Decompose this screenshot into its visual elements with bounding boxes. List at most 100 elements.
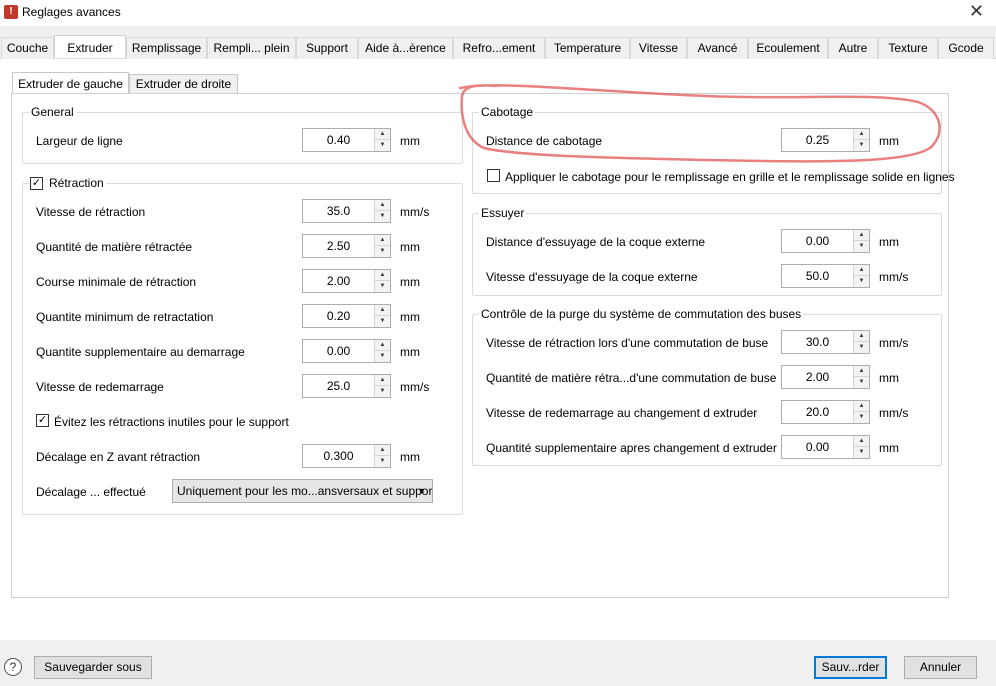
hop-mode-value: Uniquement pour les mo...ansversaux et s… (177, 484, 433, 498)
spin-down-icon[interactable]: ▼ (854, 447, 869, 458)
extra-prime-spinbox[interactable]: 0.00 ▲ ▼ (302, 339, 391, 363)
min-extrusion-value: 0.20 (326, 309, 351, 323)
switch-prime-speed-spinbox[interactable]: 20.0 ▲ ▼ (781, 400, 870, 424)
spin-buttons: ▲ ▼ (853, 401, 869, 423)
save-as-button[interactable]: Sauvegarder sous (34, 656, 152, 679)
wipe-distance-spinbox[interactable]: 0.00 ▲ ▼ (781, 229, 870, 253)
spin-down-icon[interactable]: ▼ (375, 246, 390, 257)
retraction-speed-spinbox[interactable]: 35.0 ▲ ▼ (302, 199, 391, 223)
spin-up-icon[interactable]: ▲ (854, 401, 869, 412)
spin-down-icon[interactable]: ▼ (375, 386, 390, 397)
tab-gcode[interactable]: Gcode (938, 37, 994, 59)
spin-up-icon[interactable]: ▲ (375, 445, 390, 456)
coasting-apply-checkbox[interactable] (487, 169, 500, 182)
help-icon[interactable]: ? (4, 658, 22, 676)
min-travel-spinbox[interactable]: 2.00 ▲ ▼ (302, 269, 391, 293)
z-hop-spinbox[interactable]: 0.300 ▲ ▼ (302, 444, 391, 468)
spin-down-icon[interactable]: ▼ (375, 316, 390, 327)
title-bar: ! Reglages avances ✕ (0, 0, 996, 26)
close-icon[interactable]: ✕ (969, 1, 984, 22)
spin-buttons: ▲ ▼ (853, 129, 869, 151)
spin-down-icon[interactable]: ▼ (854, 342, 869, 353)
spin-up-icon[interactable]: ▲ (375, 340, 390, 351)
spin-down-icon[interactable]: ▼ (854, 412, 869, 423)
spin-up-icon[interactable]: ▲ (375, 270, 390, 281)
tab-vitesse[interactable]: Vitesse (630, 37, 687, 59)
spin-up-icon[interactable]: ▲ (854, 366, 869, 377)
retraction-speed-label: Vitesse de rétraction (36, 205, 146, 219)
spin-down-icon[interactable]: ▼ (375, 281, 390, 292)
save-button[interactable]: Sauv...rder (814, 656, 887, 679)
spin-up-icon[interactable]: ▲ (854, 436, 869, 447)
wipe-speed-label: Vitesse d'essuyage de la coque externe (486, 270, 698, 284)
switch-extra-prime-spinbox[interactable]: 0.00 ▲ ▼ (781, 435, 870, 459)
wipe-speed-spinbox[interactable]: 50.0 ▲ ▼ (781, 264, 870, 288)
wipe-speed-value: 50.0 (805, 269, 830, 283)
spin-up-icon[interactable]: ▲ (375, 375, 390, 386)
spin-down-icon[interactable]: ▼ (375, 140, 390, 151)
spin-buttons: ▲ ▼ (853, 331, 869, 353)
switch-prime-speed-label: Vitesse de redemarrage au changement d e… (486, 406, 758, 420)
min-extrusion-spinbox[interactable]: 0.20 ▲ ▼ (302, 304, 391, 328)
switch-retraction-speed-value: 30.0 (805, 335, 830, 349)
spin-up-icon[interactable]: ▲ (854, 331, 869, 342)
switch-retraction-speed-unit: mm/s (879, 336, 909, 350)
tab-avance[interactable]: Avancé (687, 37, 748, 59)
spin-up-icon[interactable]: ▲ (375, 235, 390, 246)
app-icon: ! (4, 5, 18, 19)
spin-down-icon[interactable]: ▼ (375, 351, 390, 362)
switch-retraction-amount-unit: mm (879, 371, 899, 385)
tab-ecoulement[interactable]: Ecoulement (748, 37, 828, 59)
min-travel-value: 2.00 (326, 274, 351, 288)
tab-extruder[interactable]: Extruder (54, 35, 126, 58)
min-travel-unit: mm (400, 275, 420, 289)
wipe-title: Essuyer (479, 206, 527, 220)
spin-down-icon[interactable]: ▼ (854, 377, 869, 388)
spin-down-icon[interactable]: ▼ (854, 276, 869, 287)
spin-up-icon[interactable]: ▲ (854, 230, 869, 241)
switch-retraction-speed-spinbox[interactable]: 30.0 ▲ ▼ (781, 330, 870, 354)
spin-up-icon[interactable]: ▲ (854, 129, 869, 140)
retraction-amount-value: 2.50 (326, 239, 351, 253)
tab-support[interactable]: Support (296, 37, 358, 59)
tab-remplissage[interactable]: Remplissage (126, 37, 207, 59)
tab-autre[interactable]: Autre (828, 37, 878, 59)
tab-texture[interactable]: Texture (878, 37, 938, 59)
hop-mode-select[interactable]: Uniquement pour les mo...ansversaux et s… (172, 479, 433, 503)
avoid-support-checkbox[interactable]: ✓ (36, 414, 49, 427)
spin-down-icon[interactable]: ▼ (375, 456, 390, 467)
spin-down-icon[interactable]: ▼ (854, 140, 869, 151)
extra-prime-value: 0.00 (326, 344, 351, 358)
prime-speed-value: 25.0 (326, 379, 351, 393)
coasting-distance-spinbox[interactable]: 0.25 ▲ ▼ (781, 128, 870, 152)
spin-up-icon[interactable]: ▲ (854, 265, 869, 276)
spin-buttons: ▲ ▼ (374, 129, 390, 151)
chevron-down-icon: ▼ (417, 486, 426, 496)
tab-couche[interactable]: Couche (1, 37, 54, 59)
prime-speed-spinbox[interactable]: 25.0 ▲ ▼ (302, 374, 391, 398)
switch-extra-prime-unit: mm (879, 441, 899, 455)
spin-up-icon[interactable]: ▲ (375, 129, 390, 140)
tab-remplissage-plein[interactable]: Rempli... plein (207, 37, 296, 59)
switch-retraction-amount-spinbox[interactable]: 2.00 ▲ ▼ (781, 365, 870, 389)
cancel-button[interactable]: Annuler (904, 656, 977, 679)
line-width-spinbox[interactable]: 0.40 ▲ ▼ (302, 128, 391, 152)
retraction-checkbox[interactable]: ✓ (30, 177, 43, 190)
retraction-speed-value: 35.0 (326, 204, 351, 218)
subtab-left-extruder[interactable]: Extruder de gauche (12, 72, 129, 94)
retraction-amount-spinbox[interactable]: 2.50 ▲ ▼ (302, 234, 391, 258)
retraction-amount-label: Quantité de matière rétractée (36, 240, 193, 254)
coasting-distance-value: 0.25 (805, 133, 830, 147)
subtab-right-extruder[interactable]: Extruder de droite (129, 74, 238, 95)
tab-adherence[interactable]: Aide à...èrence (358, 37, 453, 59)
line-width-value: 0.40 (326, 133, 351, 147)
general-title: General (29, 105, 76, 119)
tab-refroidissement[interactable]: Refro...ement (453, 37, 545, 59)
spin-up-icon[interactable]: ▲ (375, 200, 390, 211)
spin-up-icon[interactable]: ▲ (375, 305, 390, 316)
tab-temperature[interactable]: Temperature (545, 37, 630, 59)
dialog-footer: ? Sauvegarder sous Sauv...rder Annuler (0, 640, 996, 686)
spin-down-icon[interactable]: ▼ (854, 241, 869, 252)
spin-down-icon[interactable]: ▼ (375, 211, 390, 222)
wipe-distance-unit: mm (879, 235, 899, 249)
